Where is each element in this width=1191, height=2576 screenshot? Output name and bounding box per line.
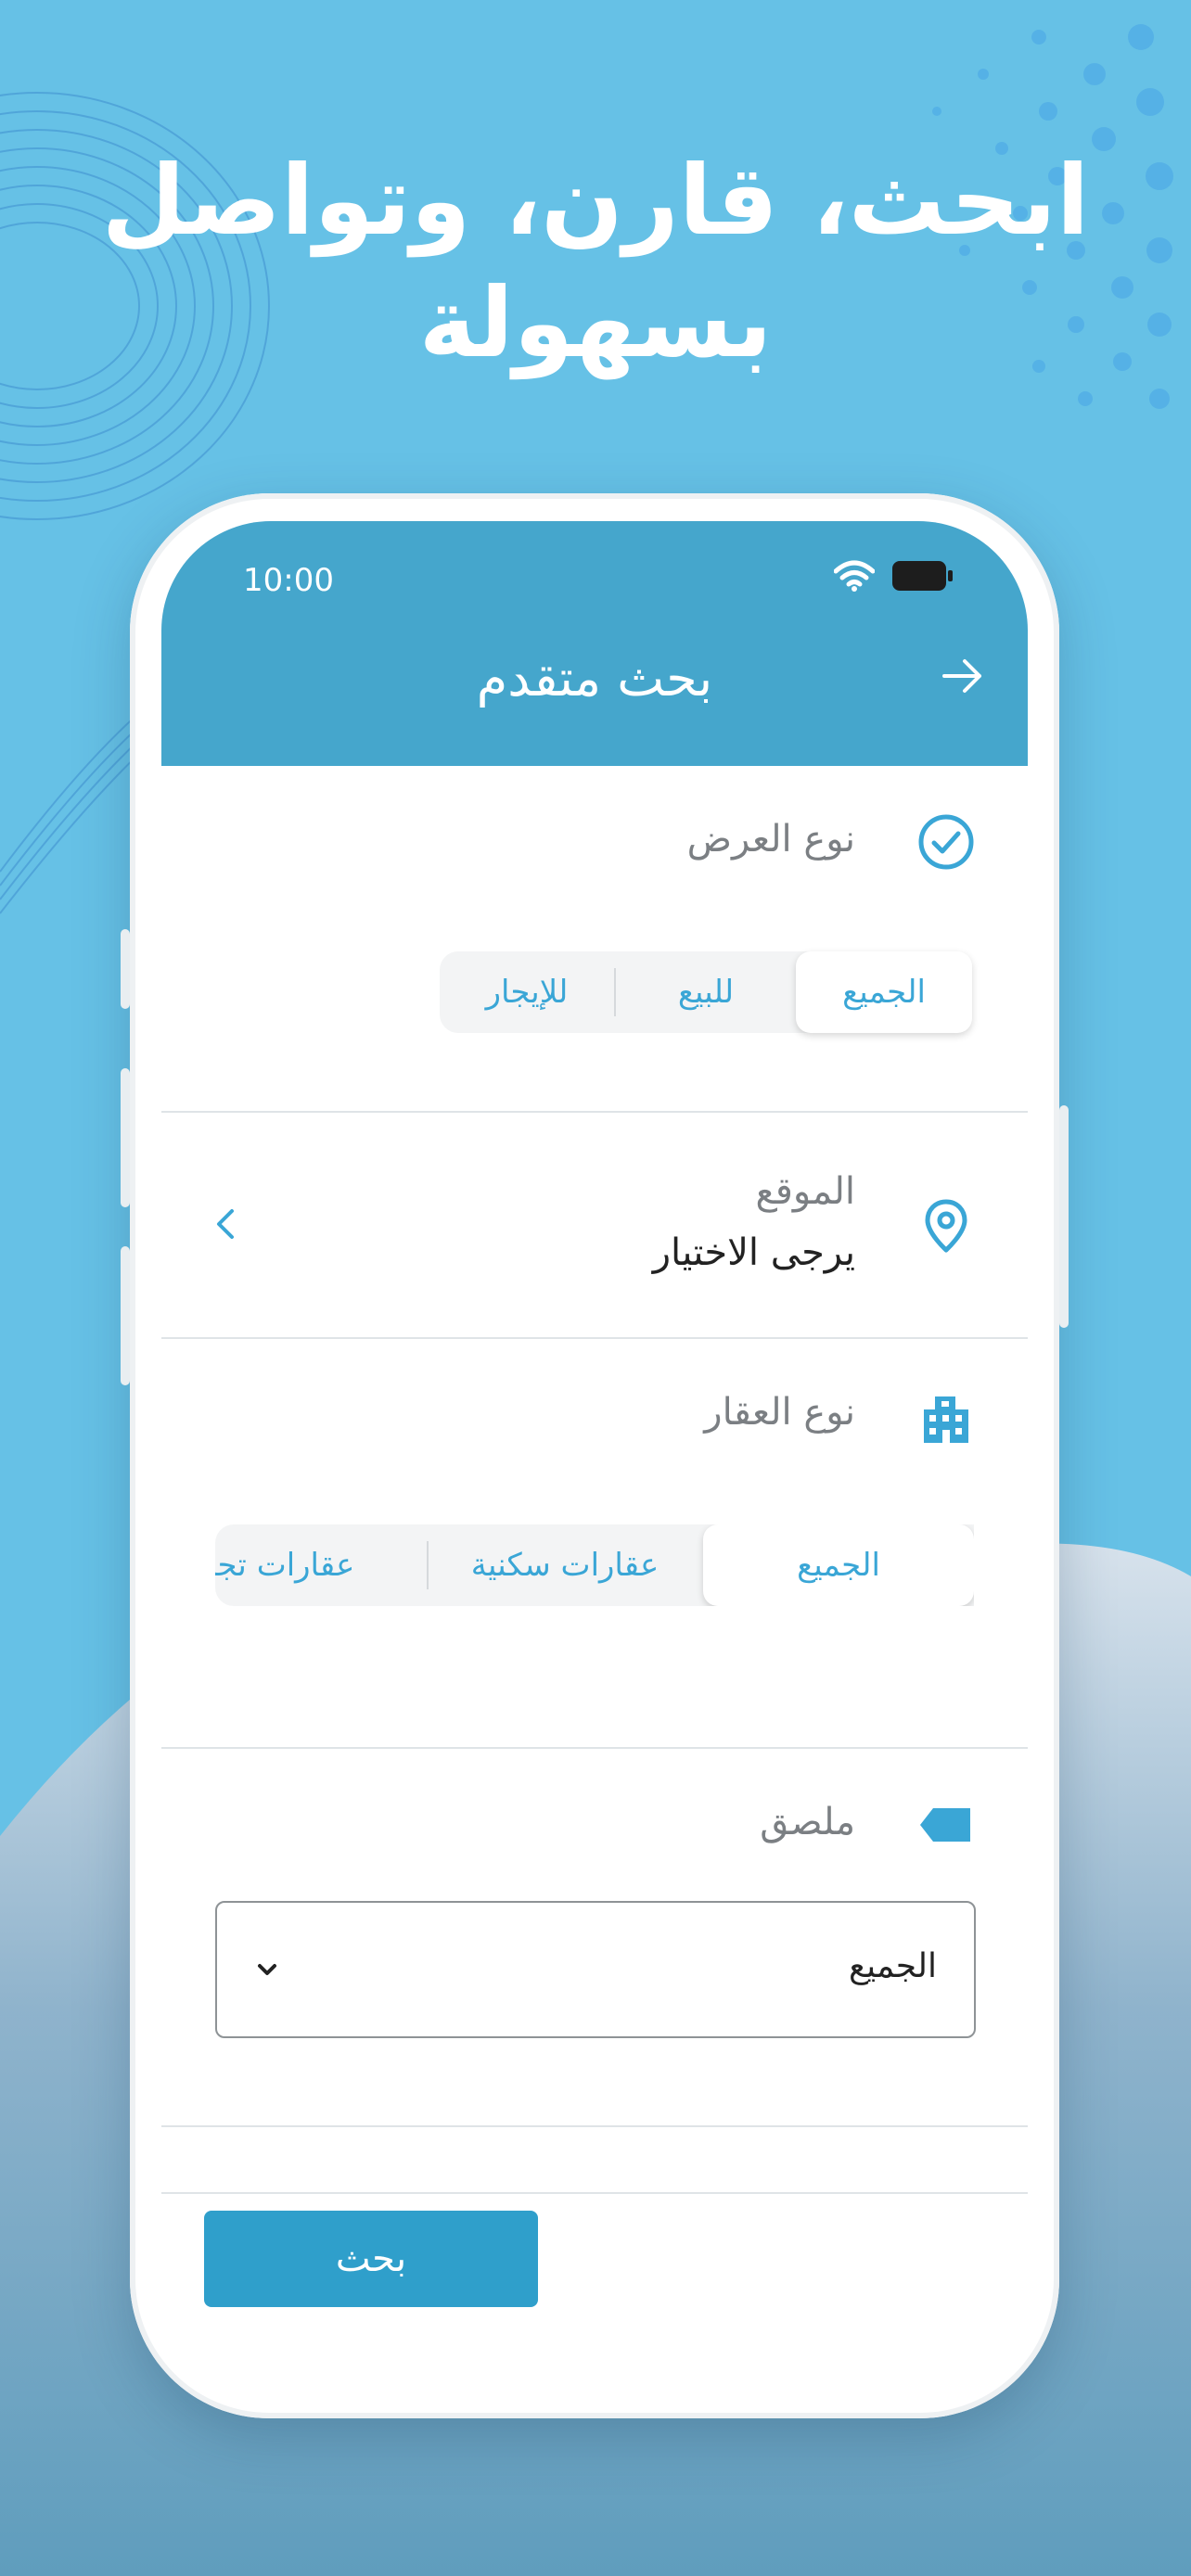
- headline-line-1: ابحث، قارن، وتواصل: [101, 144, 1090, 257]
- chevron-down-icon: [258, 1964, 276, 1975]
- sticker-label: ملصق: [760, 1801, 855, 1843]
- location-value: يرجى الاختيار: [652, 1231, 855, 1274]
- sticker-select[interactable]: الجميع: [215, 1901, 976, 2038]
- headline: ابحث، قارن، وتواصل بسهولة: [0, 139, 1191, 384]
- segment-divider: [427, 1541, 429, 1589]
- location-section[interactable]: الموقع يرجى الاختيار: [161, 1113, 1028, 1339]
- building-icon: [924, 1396, 968, 1443]
- display-type-option-rent[interactable]: للإيجار: [440, 951, 614, 1033]
- battery-icon: [892, 561, 953, 591]
- display-type-label: نوع العرض: [686, 818, 855, 861]
- display-type-segmented-control: الجميع للبيع للإيجار: [440, 951, 972, 1033]
- phone-side-button: [121, 1068, 130, 1207]
- display-type-option-sale[interactable]: للبيع: [618, 951, 794, 1033]
- sticker-section: ملصق الجميع: [161, 1749, 1028, 2127]
- display-type-section: نوع العرض الجميع للبيع للإيجار: [161, 766, 1028, 1113]
- wifi-icon: [833, 560, 876, 592]
- tag-icon: [920, 1808, 970, 1842]
- search-button[interactable]: بحث: [204, 2211, 538, 2307]
- page-title: بحث متقدم: [476, 649, 713, 708]
- location-label: الموقع: [755, 1170, 856, 1213]
- property-type-option-residential[interactable]: عقارات سكنية: [430, 1524, 699, 1606]
- chevron-left-icon[interactable]: [208, 1205, 245, 1243]
- sticker-select-value: الجميع: [848, 1947, 937, 1985]
- display-type-option-all[interactable]: الجميع: [796, 951, 972, 1033]
- status-time: 10:00: [243, 562, 334, 599]
- property-type-option-commercial[interactable]: عقارات تجارية: [215, 1524, 427, 1606]
- phone-side-button: [121, 929, 130, 1009]
- phone-power-button: [1059, 1105, 1069, 1328]
- app-header: 10:00 بحث متقدم: [161, 521, 1028, 766]
- footer-divider: [161, 2192, 1028, 2194]
- headline-line-2: بسهولة: [418, 266, 773, 379]
- phone-side-button: [121, 1246, 130, 1385]
- app-screen: 10:00 بحث متقدم نوع العرض الجميع للبيع ل…: [161, 521, 1028, 2381]
- status-icons: [833, 560, 954, 592]
- segment-divider: [614, 968, 616, 1016]
- property-type-segmented-control: الجميع عقارات سكنية عقارات تجارية: [215, 1524, 974, 1606]
- phone-mockup: 10:00 بحث متقدم نوع العرض الجميع للبيع ل…: [121, 493, 1069, 2418]
- property-type-option-all[interactable]: الجميع: [703, 1524, 974, 1606]
- back-arrow-icon[interactable]: [937, 651, 987, 701]
- property-type-label: نوع العقار: [704, 1391, 855, 1434]
- property-type-section: نوع العقار الجميع عقارات سكنية عقارات تج…: [161, 1339, 1028, 1749]
- location-pin-icon: [925, 1199, 967, 1253]
- check-circle-icon: [918, 814, 974, 870]
